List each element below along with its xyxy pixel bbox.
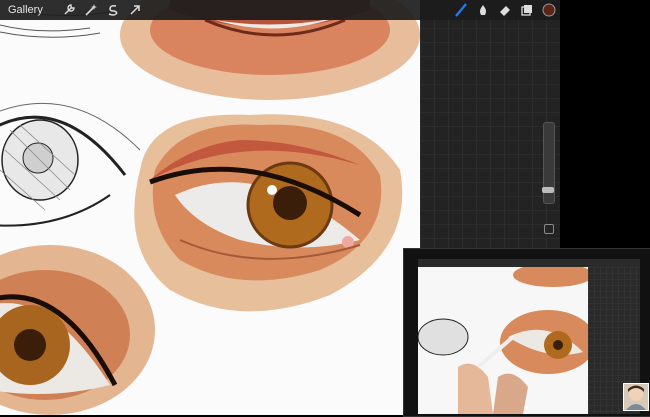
modifier-button[interactable] bbox=[544, 224, 554, 234]
brush-size-sidebar bbox=[540, 122, 556, 252]
pencil-sketch-eye bbox=[0, 102, 141, 227]
gallery-button[interactable]: Gallery bbox=[0, 4, 58, 16]
ipad-screen bbox=[418, 259, 640, 414]
drawing-canvas[interactable] bbox=[0, 0, 420, 415]
layers-icon[interactable] bbox=[516, 0, 538, 20]
eraser-icon[interactable] bbox=[494, 0, 516, 20]
opacity-slider-knob[interactable] bbox=[542, 187, 554, 193]
ipad-eye-thumbnail bbox=[418, 267, 588, 414]
selection-icon[interactable] bbox=[102, 0, 124, 20]
magic-wand-icon[interactable] bbox=[80, 0, 102, 20]
transform-arrow-icon[interactable] bbox=[124, 0, 146, 20]
smudge-icon[interactable] bbox=[472, 0, 494, 20]
ipad-toolbar bbox=[418, 259, 640, 267]
color-swatch[interactable] bbox=[538, 0, 560, 20]
person-avatar bbox=[626, 385, 646, 410]
bottom-eye-painting bbox=[0, 245, 155, 415]
toolbar: Gallery bbox=[0, 0, 560, 20]
eye-artwork bbox=[0, 0, 420, 415]
center-eye-painting bbox=[134, 114, 403, 312]
brush-icon[interactable] bbox=[450, 0, 472, 20]
ipad-video-inset bbox=[403, 248, 650, 417]
webcam-overlay bbox=[623, 383, 649, 411]
wrench-icon[interactable] bbox=[58, 0, 80, 20]
